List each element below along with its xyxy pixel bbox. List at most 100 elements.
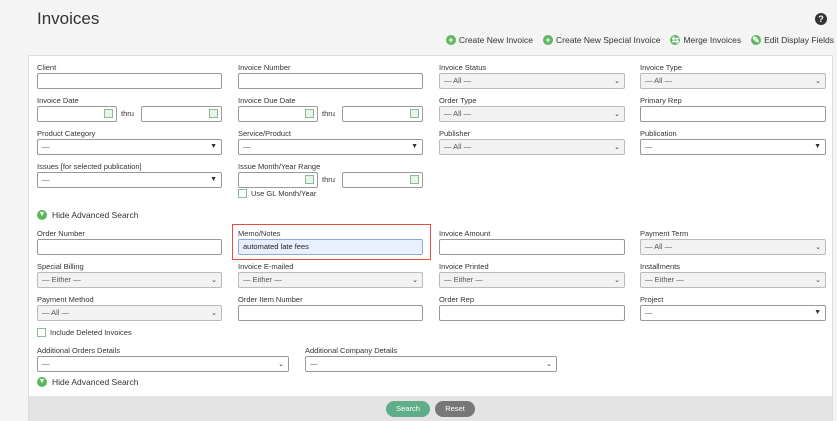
help-icon[interactable]: ? — [815, 13, 827, 25]
publisher-select[interactable]: — All — ⌄ — [439, 139, 625, 155]
caret-down-icon: ▼ — [814, 143, 821, 150]
chevron-down-icon: ⌄ — [815, 78, 821, 85]
installments-select[interactable]: — Either — ⌄ — [640, 272, 826, 288]
invoice-due-date-from-input[interactable] — [238, 106, 318, 122]
chevron-down-icon: ⌄ — [211, 310, 217, 317]
chevron-down-icon: ⌄ — [614, 78, 620, 85]
chevron-down-icon: ⌄ — [815, 277, 821, 284]
invoice-status-select[interactable]: — All — ⌄ — [439, 73, 625, 89]
invoice-emailed-select[interactable]: — Either — ⌄ — [238, 272, 423, 288]
order-number-field: Order Number — [37, 229, 222, 255]
pencil-icon: ✎ — [751, 35, 762, 45]
publisher-field: Publisher — All — ⌄ — [439, 129, 625, 155]
project-select[interactable]: — ▼ — [640, 305, 826, 321]
create-new-special-invoice-button[interactable]: + Create New Special Invoice — [543, 35, 660, 45]
merge-icon: ⇆ — [670, 35, 681, 45]
hide-advanced-search-toggle-bottom[interactable]: ▼ Hide Advanced Search — [37, 377, 138, 387]
chevron-down-icon: ⌄ — [614, 144, 620, 151]
edit-display-fields-button[interactable]: ✎ Edit Display Fields — [751, 35, 834, 45]
create-new-invoice-button[interactable]: + Create New Invoice — [445, 35, 533, 45]
additional-company-details-select[interactable]: — ⌄ — [305, 356, 557, 372]
reset-button[interactable]: Reset — [435, 401, 475, 417]
invoice-amount-input[interactable] — [439, 239, 625, 255]
issue-month-to-input[interactable] — [342, 172, 423, 188]
caret-down-icon: ▼ — [210, 143, 217, 150]
invoice-type-select[interactable]: — All — ⌄ — [640, 73, 826, 89]
caret-down-icon: ▼ — [411, 143, 418, 150]
client-field: Client — [37, 63, 222, 89]
use-gl-month-year-checkbox-row[interactable]: Use GL Month/Year — [238, 189, 316, 198]
publication-select[interactable]: — ▼ — [640, 139, 826, 155]
order-rep-field: Order Rep — [439, 295, 625, 321]
issue-month-from-input[interactable] — [238, 172, 318, 188]
invoice-type-field: Invoice Type — All — ⌄ — [640, 63, 826, 89]
invoice-number-field: Invoice Number — [238, 63, 423, 89]
client-input[interactable] — [37, 73, 222, 89]
chevron-down-icon: ⌄ — [614, 111, 620, 118]
search-footer: Search Reset — [29, 396, 832, 421]
invoice-printed-field: Invoice Printed — Either — ⌄ — [439, 262, 625, 288]
service-product-select[interactable]: — ▼ — [238, 139, 423, 155]
chevron-down-icon: ⌄ — [412, 277, 418, 284]
order-type-select[interactable]: — All — ⌄ — [439, 106, 625, 122]
publication-field: Publication — ▼ — [640, 129, 826, 155]
order-item-number-input[interactable] — [238, 305, 423, 321]
invoice-printed-select[interactable]: — Either — ⌄ — [439, 272, 625, 288]
issue-month-year-field: Issue Month/Year Range thru — [238, 162, 423, 190]
payment-method-field: Payment Method — All — ⌄ — [37, 295, 222, 321]
primary-rep-input[interactable] — [640, 106, 826, 122]
page-title: Invoices — [37, 9, 100, 28]
calendar-icon[interactable] — [410, 175, 419, 184]
issues-field: Issues [for selected publication] — ▼ — [37, 162, 222, 188]
include-deleted-checkbox[interactable] — [37, 328, 46, 337]
chevron-down-icon: ⌄ — [211, 277, 217, 284]
chevron-down-circle-icon: ▼ — [37, 377, 47, 387]
chevron-down-icon: ⌄ — [815, 244, 821, 251]
service-product-field: Service/Product — ▼ — [238, 129, 423, 155]
order-type-field: Order Type — All — ⌄ — [439, 96, 625, 122]
invoice-date-field: Invoice Date thru — [37, 96, 222, 124]
invoice-emailed-field: Invoice E-mailed — Either — ⌄ — [238, 262, 423, 288]
include-deleted-invoices-row[interactable]: Include Deleted Invoices — [37, 328, 132, 337]
project-field: Project — ▼ — [640, 295, 826, 321]
header-actions: + Create New Invoice + Create New Specia… — [445, 35, 834, 45]
additional-orders-details-select[interactable]: — ⌄ — [37, 356, 289, 372]
invoice-due-date-field: Invoice Due Date thru — [238, 96, 423, 124]
chevron-down-icon: ⌄ — [278, 361, 284, 368]
invoice-date-to-input[interactable] — [141, 106, 222, 122]
special-billing-select[interactable]: — Either — ⌄ — [37, 272, 222, 288]
search-button[interactable]: Search — [386, 401, 430, 417]
search-panel: Client Invoice Number Invoice Status — A… — [28, 55, 833, 421]
calendar-icon[interactable] — [305, 175, 314, 184]
caret-down-icon: ▼ — [210, 176, 217, 183]
invoice-due-date-to-input[interactable] — [342, 106, 423, 122]
product-category-field: Product Category — ▼ — [37, 129, 222, 155]
chevron-down-icon: ⌄ — [546, 361, 552, 368]
calendar-icon[interactable] — [410, 109, 419, 118]
invoice-status-field: Invoice Status — All — ⌄ — [439, 63, 625, 89]
caret-down-icon: ▼ — [814, 309, 821, 316]
order-rep-input[interactable] — [439, 305, 625, 321]
additional-orders-details-field: Additional Orders Details — ⌄ — [37, 346, 289, 372]
plus-circle-icon: + — [445, 35, 456, 45]
primary-rep-field: Primary Rep — [640, 96, 826, 122]
memo-notes-highlight — [232, 224, 431, 260]
plus-circle-icon: + — [543, 35, 554, 45]
issues-select[interactable]: — ▼ — [37, 172, 222, 188]
use-gl-checkbox[interactable] — [238, 189, 247, 198]
hide-advanced-search-toggle[interactable]: ▼ Hide Advanced Search — [37, 210, 138, 220]
product-category-select[interactable]: — ▼ — [37, 139, 222, 155]
payment-term-select[interactable]: — All — ⌄ — [640, 239, 826, 255]
order-item-number-field: Order Item Number — [238, 295, 423, 321]
invoice-date-from-input[interactable] — [37, 106, 117, 122]
payment-method-select[interactable]: — All — ⌄ — [37, 305, 222, 321]
calendar-icon[interactable] — [209, 109, 218, 118]
installments-field: Installments — Either — ⌄ — [640, 262, 826, 288]
calendar-icon[interactable] — [104, 109, 113, 118]
additional-company-details-field: Additional Company Details — ⌄ — [305, 346, 557, 372]
chevron-down-circle-icon: ▼ — [37, 210, 47, 220]
invoice-number-input[interactable] — [238, 73, 423, 89]
merge-invoices-button[interactable]: ⇆ Merge Invoices — [670, 35, 741, 45]
calendar-icon[interactable] — [305, 109, 314, 118]
order-number-input[interactable] — [37, 239, 222, 255]
